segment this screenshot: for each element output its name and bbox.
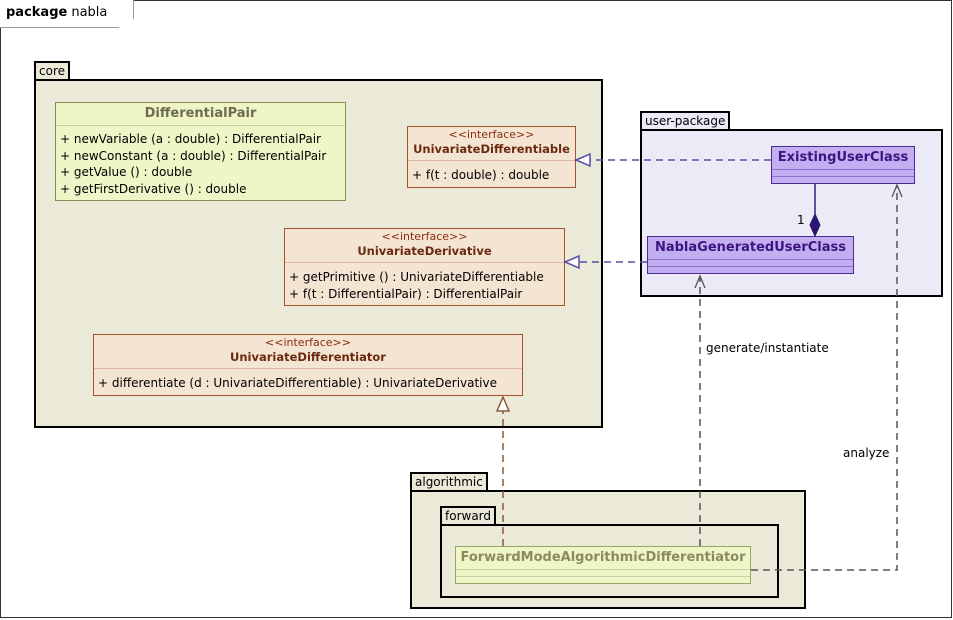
relationship-lines	[495, 152, 903, 571]
multiplicity-label: 1	[797, 213, 805, 227]
realization-arrowhead	[563, 254, 580, 270]
realization-arrowhead	[495, 395, 511, 412]
composition-diamond	[809, 212, 821, 238]
realization-arrowhead	[574, 152, 591, 168]
dependency-line-analyze[interactable]	[751, 186, 898, 571]
analyze-label: analyze	[843, 446, 890, 460]
generate-instantiate-label: generate/instantiate	[706, 341, 829, 355]
